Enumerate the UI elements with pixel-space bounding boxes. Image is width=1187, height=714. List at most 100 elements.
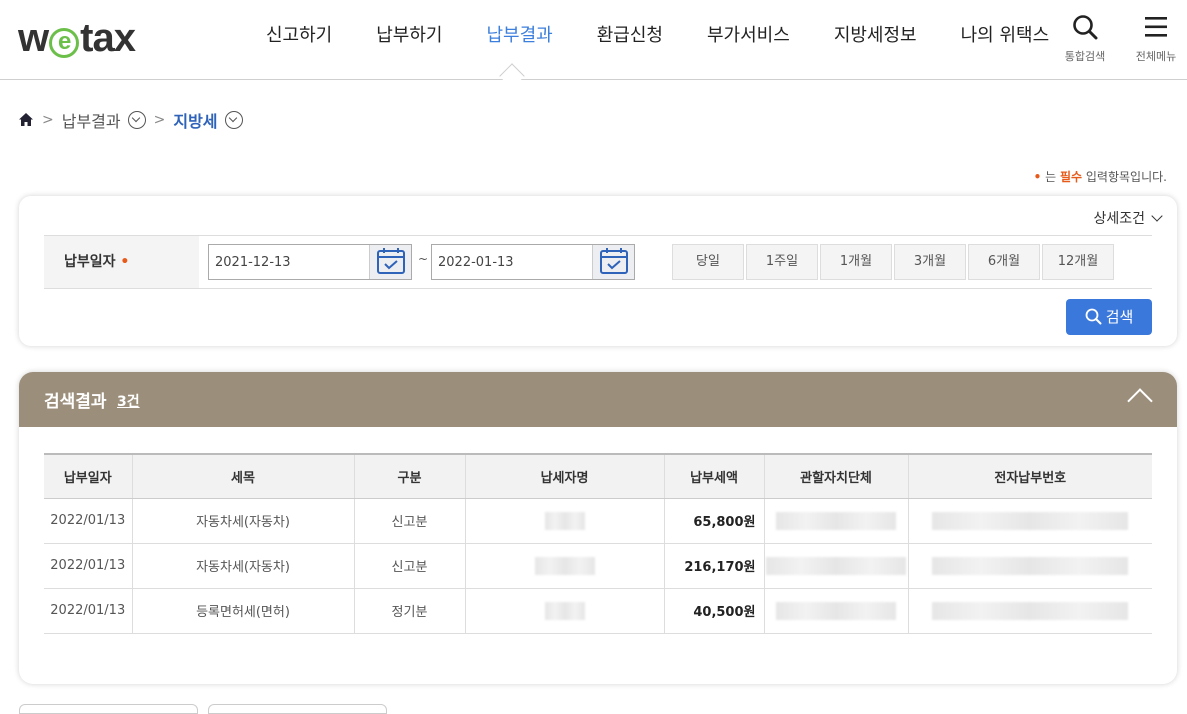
main-nav: 신고하기 납부하기 납부결과 환급신청 부가서비스 지방세정보 나의 위택스 [244,24,1071,48]
end-date-field [431,244,635,280]
payment-date-row: 납부일자 • ~ 당일 1주일 1개월 3개월 6개월 12개월 [44,235,1152,289]
end-date-input[interactable] [432,245,592,279]
date-range-separator: ~ [418,252,429,266]
logo-text: w [18,16,49,60]
search-button-label: 검색 [1105,308,1134,326]
search-icon [1073,15,1098,40]
detail-conditions-label: 상세조건 [1093,211,1145,227]
cell-category: 정기분 [353,588,465,634]
table-row[interactable]: 2022/01/13 자동차세(자동차) 신고분 216,170원 [44,543,1152,589]
payment-date-label: 납부일자 • [44,236,199,288]
all-menu-button[interactable]: 전체메뉴 [1128,14,1184,64]
calendar-icon [377,248,405,274]
wetax-logo[interactable]: w e tax [18,14,136,62]
cell-payment-date: 2022/01/13 [44,498,132,544]
cell-amount: 216,170원 [663,543,764,589]
nav-extra-services[interactable]: 부가서비스 [685,24,812,48]
search-results-panel: 검색결과 3건 납부일자 세목 구분 납세자명 납부세액 관할자치단체 전자납부… [19,372,1177,684]
results-header: 검색결과 3건 [19,372,1177,427]
table-header-row: 납부일자 세목 구분 납세자명 납부세액 관할자치단체 전자납부번호 [44,453,1152,499]
breadcrumb-level1[interactable]: 납부결과 [62,108,121,132]
chevron-right-icon: > [153,112,166,128]
cell-payment-date: 2022/01/13 [44,588,132,634]
search-panel: 상세조건 납부일자 • ~ 당일 1주일 1개월 3개월 6개월 12개월 검색 [19,196,1177,346]
search-button[interactable]: 검색 [1066,299,1152,335]
cell-tax-item: 자동차세(자동차) [131,498,354,544]
cell-jurisdiction-redacted [763,543,908,589]
cell-payment-date: 2022/01/13 [44,543,132,589]
col-category: 구분 [353,453,465,499]
col-amount: 납부세액 [663,453,764,499]
chevron-up-icon[interactable] [1127,388,1153,414]
col-jurisdiction: 관할자치단체 [763,453,908,499]
calendar-icon [600,248,628,274]
logo-text: tax [80,16,136,60]
period-today-button[interactable]: 당일 [672,244,744,280]
end-date-calendar-button[interactable] [592,245,634,279]
start-date-field [208,244,412,280]
home-icon[interactable] [18,112,34,128]
required-field-note: • 는 필수 입력항목입니다. [1034,168,1167,185]
col-tax-item: 세목 [131,453,354,499]
cell-taxpayer-name-redacted [464,543,664,589]
period-12month-button[interactable]: 12개월 [1042,244,1114,280]
results-title: 검색결과 [44,392,107,412]
chevron-right-icon: > [42,112,54,128]
integrated-search-button[interactable]: 통합검색 [1057,14,1113,64]
col-epay-number: 전자납부번호 [907,453,1152,499]
chevron-down-circle-icon[interactable] [224,111,243,129]
table-row[interactable]: 2022/01/13 등록면허세(면허) 정기분 40,500원 [44,588,1152,634]
nav-payment-result[interactable]: 납부결과 [465,24,575,48]
chevron-down-circle-icon[interactable] [127,111,146,129]
cell-taxpayer-name-redacted [464,588,664,634]
nav-local-tax-info[interactable]: 지방세정보 [812,24,939,48]
bottom-button[interactable] [19,704,198,714]
logo-e-mark: e [49,28,80,58]
cell-amount: 65,800원 [663,498,764,544]
cell-category: 신고분 [353,543,465,589]
cell-jurisdiction-redacted [763,498,908,544]
cell-epay-number-redacted [907,588,1152,634]
search-icon [1085,308,1102,325]
results-table: 납부일자 세목 구분 납세자명 납부세액 관할자치단체 전자납부번호 2022/… [44,453,1152,634]
required-note-highlight: 필수 [1059,170,1083,184]
bottom-button[interactable] [208,704,387,714]
cell-epay-number-redacted [907,498,1152,544]
all-menu-label: 전체메뉴 [1135,50,1177,63]
results-count: 3건 [117,394,140,410]
cell-epay-number-redacted [907,543,1152,589]
start-date-calendar-button[interactable] [369,245,411,279]
period-1week-button[interactable]: 1주일 [746,244,818,280]
breadcrumb-level2[interactable]: 지방세 [173,108,217,132]
cell-amount: 40,500원 [663,588,764,634]
table-row[interactable]: 2022/01/13 자동차세(자동차) 신고분 65,800원 [44,498,1152,544]
site-header: w e tax 신고하기 납부하기 납부결과 환급신청 부가서비스 지방세정보 나의… [0,0,1187,89]
required-note-post: 입력항목입니다. [1085,170,1167,184]
cell-taxpayer-name-redacted [464,498,664,544]
cell-tax-item: 등록면허세(면허) [131,588,354,634]
hamburger-icon [1145,17,1167,37]
breadcrumb: > 납부결과 > 지방세 [18,108,243,132]
cell-jurisdiction-redacted [763,588,908,634]
period-6month-button[interactable]: 6개월 [968,244,1040,280]
period-1month-button[interactable]: 1개월 [820,244,892,280]
start-date-input[interactable] [209,245,369,279]
cell-category: 신고분 [353,498,465,544]
required-dot: • [120,254,130,270]
nav-pay[interactable]: 납부하기 [354,24,464,48]
nav-file[interactable]: 신고하기 [244,24,354,48]
required-note-pre: 는 [1045,170,1057,184]
col-payment-date: 납부일자 [44,453,132,499]
detail-conditions-toggle[interactable]: 상세조건 [1093,208,1163,228]
required-dot: • [1033,170,1042,184]
payment-date-label-text: 납부일자 [64,254,116,270]
active-nav-caret [499,63,525,89]
period-3month-button[interactable]: 3개월 [894,244,966,280]
nav-refund[interactable]: 환급신청 [575,24,685,48]
chevron-down-icon [1151,210,1163,222]
period-buttons: 당일 1주일 1개월 3개월 6개월 12개월 [672,244,1116,280]
integrated-search-label: 통합검색 [1064,50,1106,63]
col-taxpayer-name: 납세자명 [464,453,664,499]
cell-tax-item: 자동차세(자동차) [131,543,354,589]
nav-my-wetax[interactable]: 나의 위택스 [939,24,1072,48]
